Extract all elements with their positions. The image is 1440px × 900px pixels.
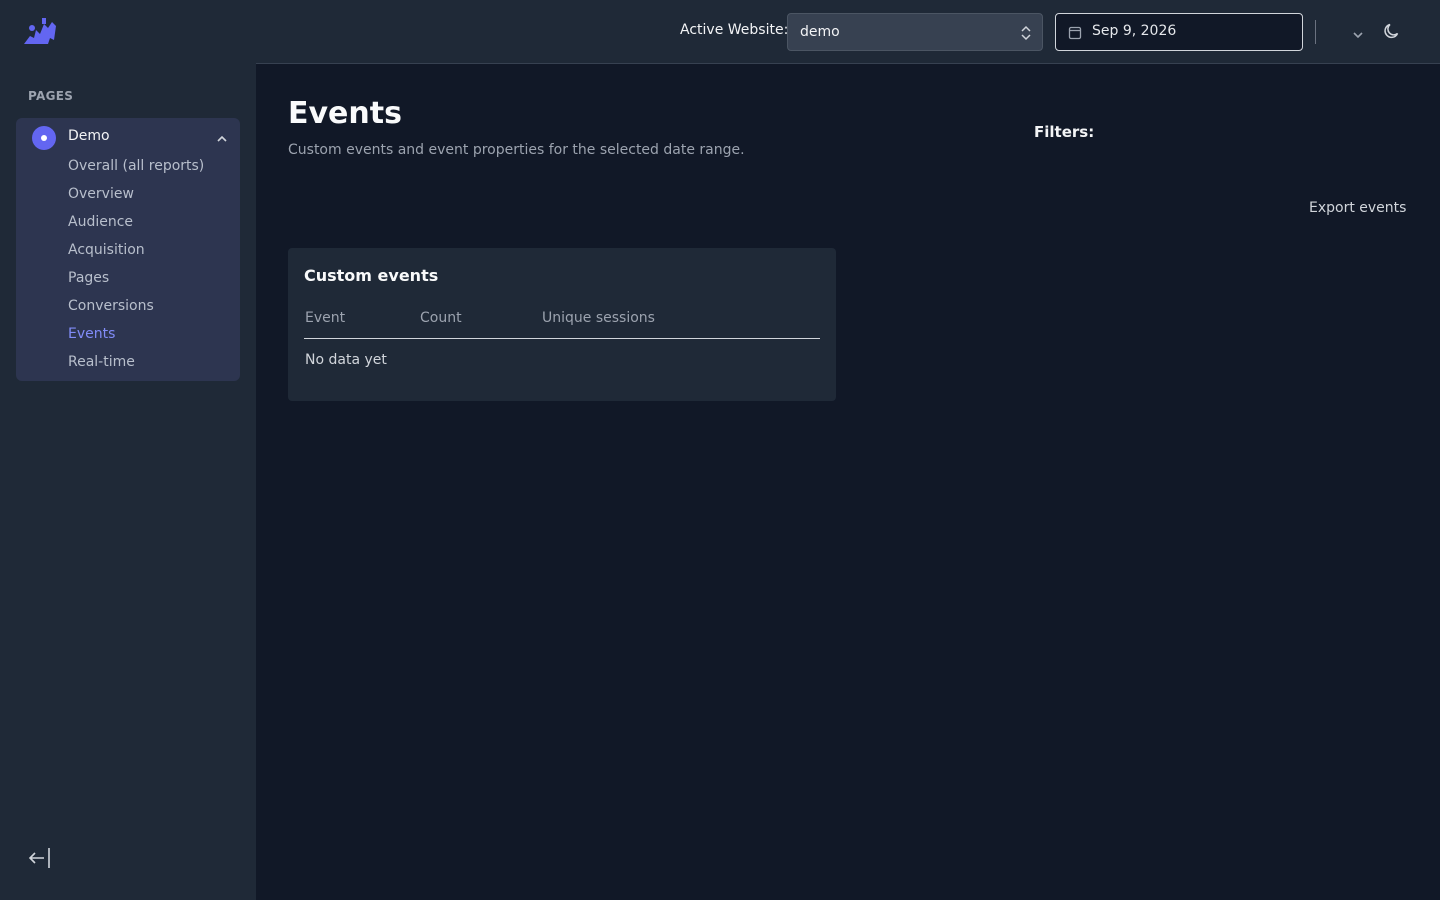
site-nav-items: Overall (all reports) Overview Audience … — [68, 156, 204, 380]
site-nav-group-header[interactable]: Demo — [16, 118, 240, 156]
sidebar-item-audience[interactable]: Audience — [68, 212, 204, 240]
collapse-sidebar-icon[interactable] — [26, 846, 52, 870]
export-events-button[interactable]: Export events — [1309, 200, 1406, 216]
select-arrows-icon — [1020, 25, 1032, 41]
date-picker[interactable]: Sep 9, 2026 — [1055, 13, 1303, 51]
website-select-value: demo — [800, 24, 840, 40]
column-header-event[interactable]: Event — [305, 310, 345, 326]
date-picker-value: Sep 9, 2026 — [1092, 23, 1177, 39]
topbar: Active Website: demo Sep 9, 2026 — [256, 0, 1440, 64]
empty-state-text: No data yet — [305, 352, 387, 368]
sidebar-item-conversions[interactable]: Conversions — [68, 296, 204, 324]
moon-icon[interactable] — [1383, 22, 1401, 40]
sidebar-item-real-time[interactable]: Real-time — [68, 352, 204, 380]
column-header-count[interactable]: Count — [420, 310, 462, 326]
site-nav-group-title: Demo — [68, 128, 110, 144]
site-avatar-icon — [32, 126, 56, 150]
site-nav-group: Demo Overall (all reports) Overview Audi… — [16, 118, 240, 381]
sidebar-item-pages[interactable]: Pages — [68, 268, 204, 296]
active-website-label: Active Website: — [680, 22, 789, 38]
sidebar-section-label: PAGES — [28, 89, 74, 103]
website-select[interactable]: demo — [787, 13, 1043, 51]
table-header: Event Count Unique sessions — [304, 308, 820, 339]
column-header-unique-sessions[interactable]: Unique sessions — [542, 310, 655, 326]
topbar-divider — [1315, 20, 1316, 44]
filters-label: Filters: — [1034, 123, 1095, 141]
sidebar-item-overall[interactable]: Overall (all reports) — [68, 156, 204, 184]
app: PAGES Demo Overall (all reports) Overvie… — [0, 0, 1440, 900]
custom-events-card: Custom events Event Count Unique session… — [288, 248, 836, 401]
sidebar-item-overview[interactable]: Overview — [68, 184, 204, 212]
page-subtitle: Custom events and event properties for t… — [288, 142, 745, 158]
sidebar-item-acquisition[interactable]: Acquisition — [68, 240, 204, 268]
calendar-icon — [1068, 25, 1082, 40]
card-title: Custom events — [304, 266, 439, 285]
chevron-down-icon[interactable] — [1351, 26, 1365, 39]
sidebar-item-events[interactable]: Events — [68, 324, 204, 352]
chevron-up-icon[interactable] — [216, 130, 228, 142]
page-title: Events — [288, 96, 402, 131]
app-logo-icon[interactable] — [22, 16, 58, 48]
sidebar: PAGES Demo Overall (all reports) Overvie… — [0, 0, 256, 900]
